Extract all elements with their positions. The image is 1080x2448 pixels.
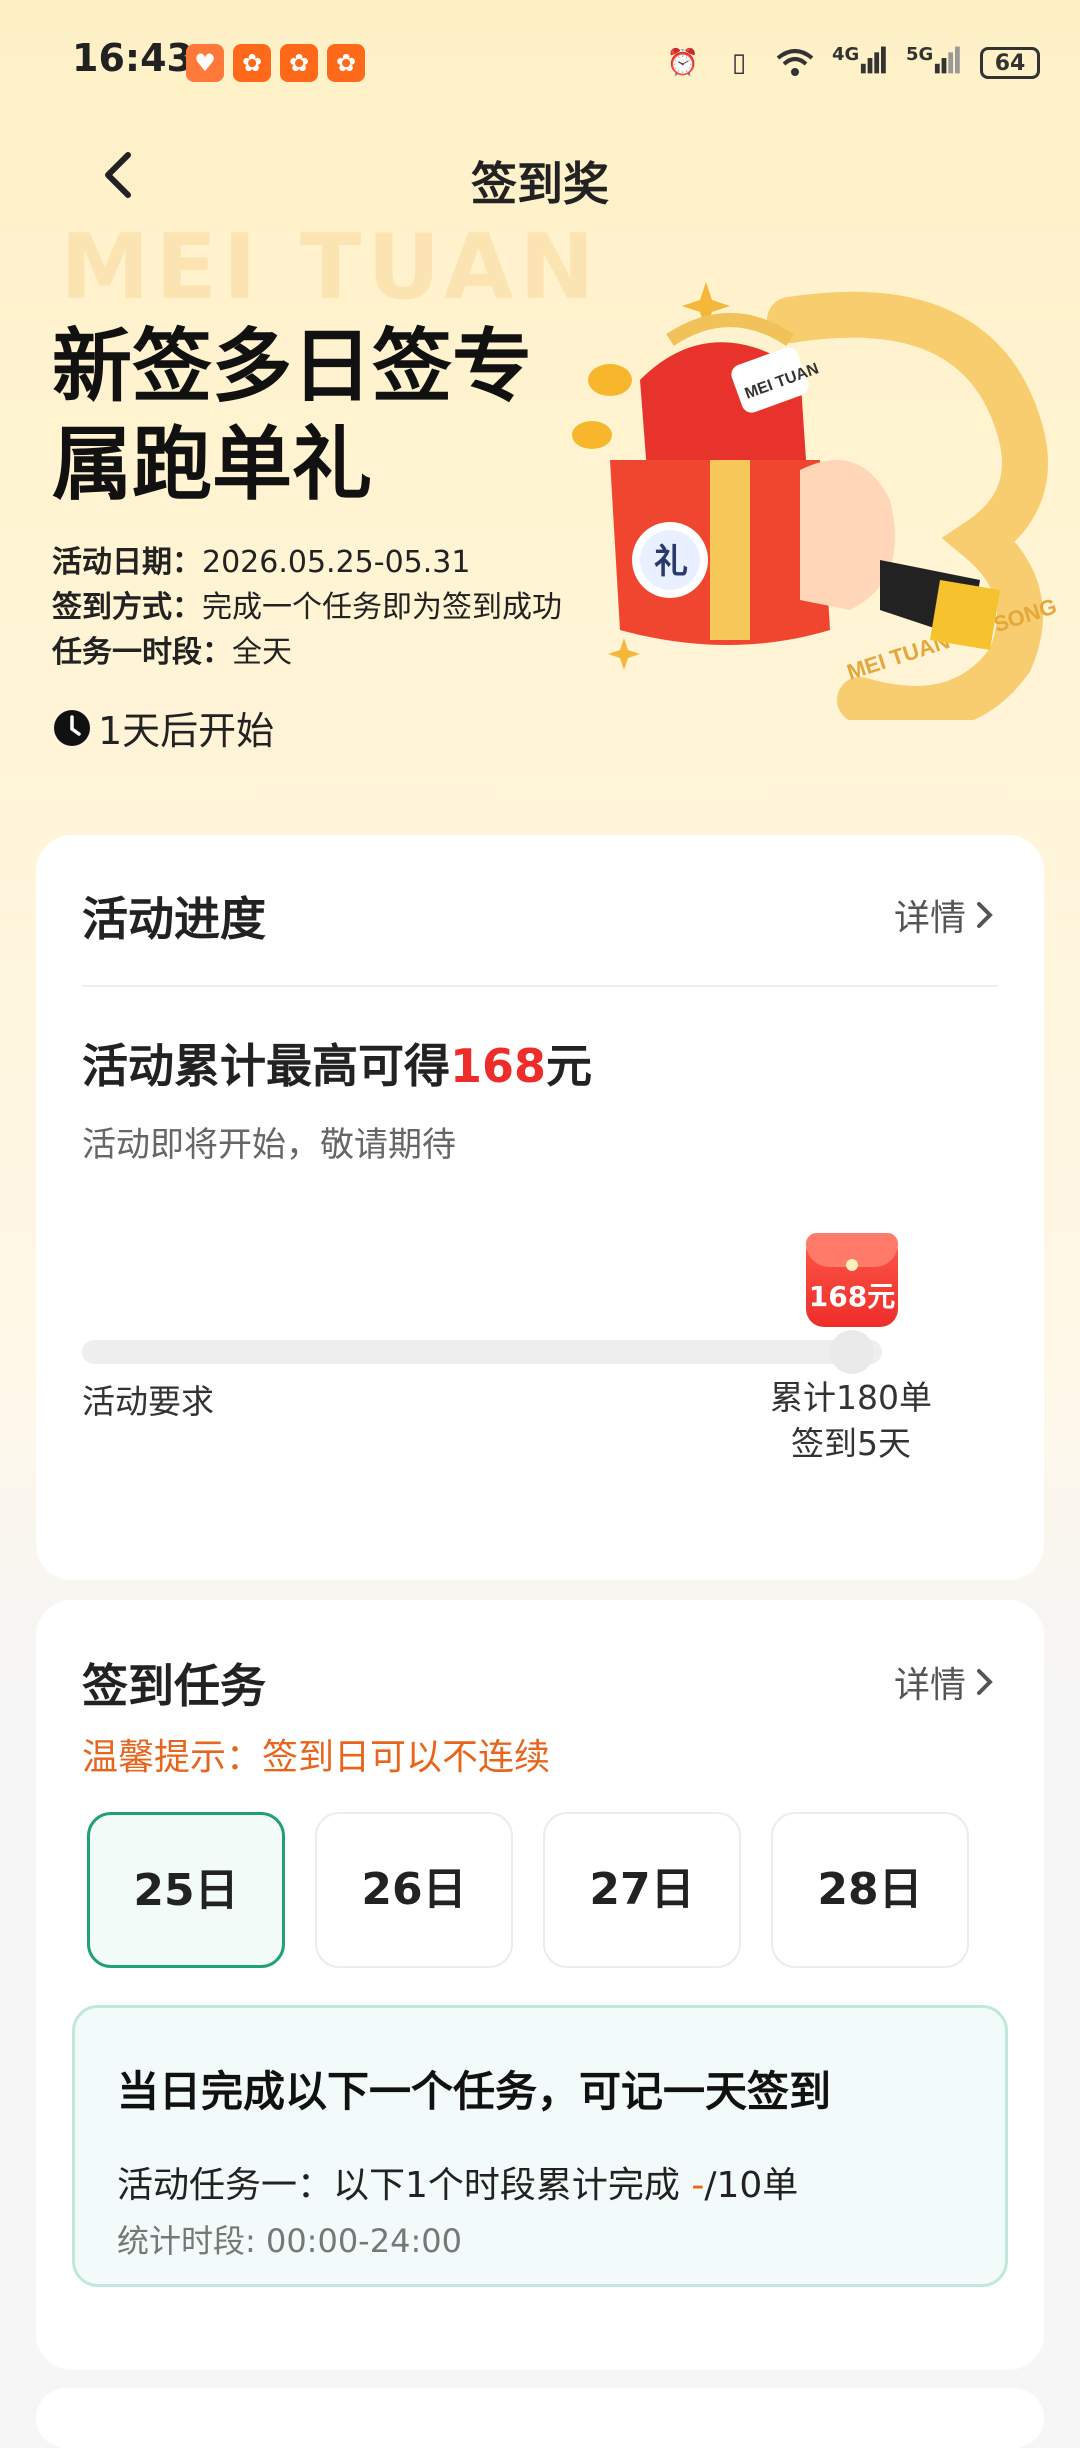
vibrate-icon: ▯ [731,48,747,78]
status-bar: 16:43 ♥ ✿ ✿ ✿ ⏰ ▯ 4G 5G 64 [0,0,1080,130]
task-progress: - [691,2165,705,2206]
progress-target-label: 累计180单 签到5天 [770,1378,932,1463]
clock-icon [54,709,90,746]
hero-title-line: 属跑单礼 [52,418,372,511]
divider [82,985,998,987]
hero-watermark: MEI TUAN [60,215,601,320]
notification-app-icon: ✿ [233,44,271,82]
coin-icon [572,421,612,449]
hero-title: 新签多日签专 属跑单礼 [52,318,612,514]
signin-tip: 温馨提示：签到日可以不连续 [82,1737,551,1778]
progress-subtitle: 活动即将开始，敬请期待 [82,1125,456,1165]
day-tab-28[interactable]: 28日 [771,1812,969,1968]
status-time: 16:43 [72,36,193,80]
day-tab-27[interactable]: 27日 [543,1812,741,1968]
progress-endpoint [830,1330,874,1374]
max-reward-amount: 168 [450,1039,547,1093]
sparkle-icon [608,638,640,670]
signin-detail-link[interactable]: 详情 [894,1656,998,1708]
activity-date: 活动日期：2026.05.25-05.31 [52,545,471,580]
progress-bar [82,1340,882,1364]
task-box: 当日完成以下一个任务，可记一天签到 活动任务一：以下1个时段累计完成 -/10单… [72,2005,1008,2287]
task-period-text: 统计时段: 00:00-24:00 [117,2222,462,2260]
progress-detail-link[interactable]: 详情 [894,889,998,941]
day-tab-26[interactable]: 26日 [315,1812,513,1968]
reward-badge: 168元 [806,1233,898,1327]
signal-5g-icon: 5G [906,44,962,82]
notification-app-icon: ✿ [327,44,365,82]
chevron-right-icon [977,902,993,928]
progress-card: 活动进度 详情 活动累计最高可得168元 活动即将开始，敬请期待 168元 活动… [36,835,1044,1580]
status-icons: ⏰ ▯ 4G 5G 64 [664,38,1040,88]
signin-card-title: 签到任务 [82,1659,266,1713]
task-title: 当日完成以下一个任务，可记一天签到 [117,2067,832,2116]
gift-illustration: MEI TUAN PEI SONG MEI TUAN 礼 [572,282,1060,720]
signin-method: 签到方式：完成一个任务即为签到成功 [52,590,562,625]
max-reward-headline: 活动累计最高可得168元 [82,1039,593,1093]
signal-4g-icon: 4G [832,44,888,82]
progress-card-title: 活动进度 [82,892,266,946]
next-card [36,2388,1044,2448]
day-tab-25[interactable]: 25日 [87,1812,285,1968]
wifi-icon [776,44,814,82]
task-period: 任务一时段：全天 [52,635,292,670]
task-line: 活动任务一：以下1个时段累计完成 -/10单 [117,2165,799,2206]
progress-start-label: 活动要求 [82,1382,214,1421]
alarm-icon: ⏰ [666,48,700,78]
countdown: 1天后开始 [52,700,274,755]
battery-indicator: 64 [980,47,1040,79]
hero-title-line: 新签多日签专 [52,320,532,413]
page-title: 签到奖 [471,157,609,211]
chevron-right-icon [977,1669,993,1695]
gift-char: 礼 [654,542,688,582]
coin-icon [588,364,632,396]
notification-heart-icon: ♥ [186,44,224,82]
notification-app-icon: ✿ [280,44,318,82]
